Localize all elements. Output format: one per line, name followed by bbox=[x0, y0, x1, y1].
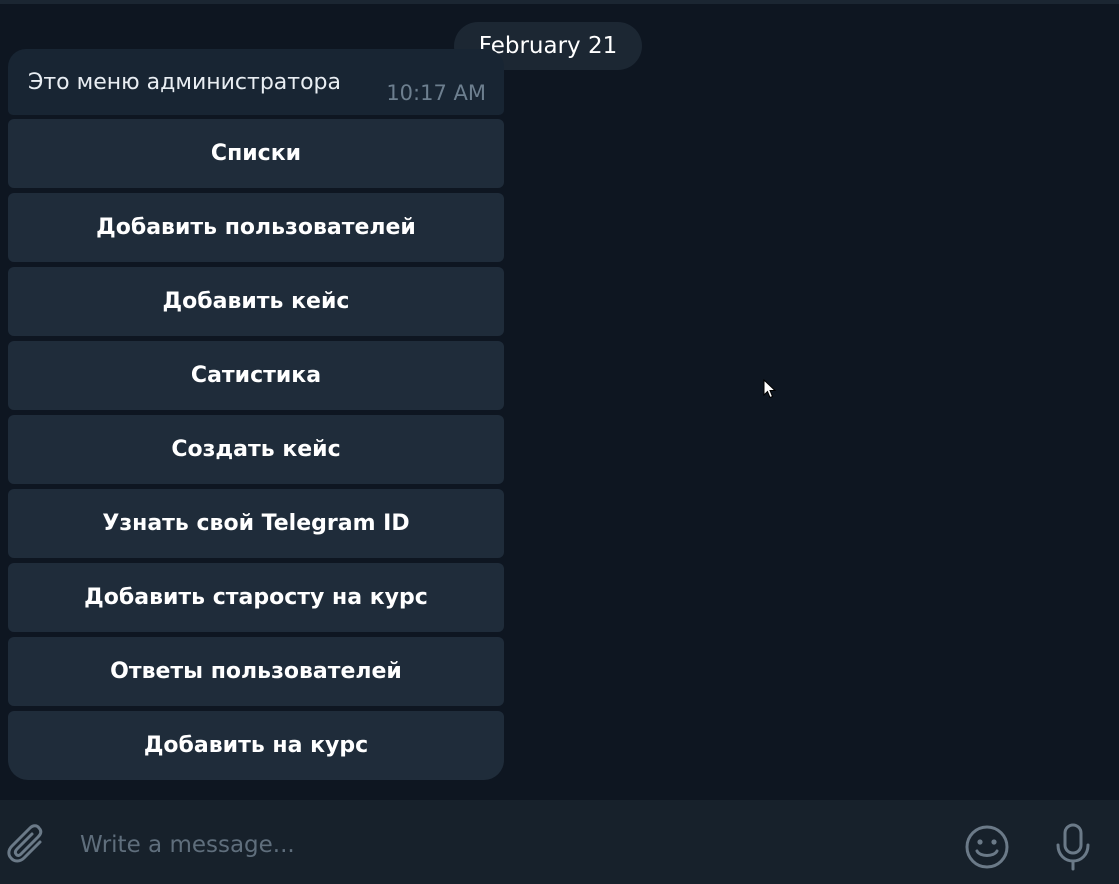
keyboard-button-add-users[interactable]: Добавить пользователей bbox=[8, 193, 504, 262]
keyboard-button-add-case[interactable]: Добавить кейс bbox=[8, 267, 504, 336]
message-text: Это меню администратора bbox=[28, 70, 342, 95]
message-time: 10:17 AM bbox=[386, 81, 486, 105]
keyboard-button-lists[interactable]: Списки bbox=[8, 119, 504, 188]
chat-window: February 21 Это меню администратора 10:1… bbox=[0, 0, 1119, 884]
keyboard-button-telegram-id[interactable]: Узнать свой Telegram ID bbox=[8, 489, 504, 558]
smile-icon[interactable] bbox=[964, 824, 1010, 870]
paperclip-icon[interactable] bbox=[6, 822, 50, 870]
keyboard-button-add-to-course[interactable]: Добавить на курс bbox=[8, 711, 504, 780]
message-input[interactable] bbox=[80, 826, 900, 864]
microphone-icon[interactable] bbox=[1052, 822, 1094, 872]
keyboard-button-create-case[interactable]: Создать кейс bbox=[8, 415, 504, 484]
keyboard-button-user-answers[interactable]: Ответы пользователей bbox=[8, 637, 504, 706]
message-bubble: Это меню администратора 10:17 AM bbox=[8, 49, 504, 115]
keyboard-button-add-headman[interactable]: Добавить старосту на курс bbox=[8, 563, 504, 632]
keyboard-button-statistics[interactable]: Сатистика bbox=[8, 341, 504, 410]
mouse-cursor-icon bbox=[763, 379, 777, 399]
top-divider bbox=[0, 0, 1119, 4]
message-composer bbox=[0, 800, 1119, 884]
